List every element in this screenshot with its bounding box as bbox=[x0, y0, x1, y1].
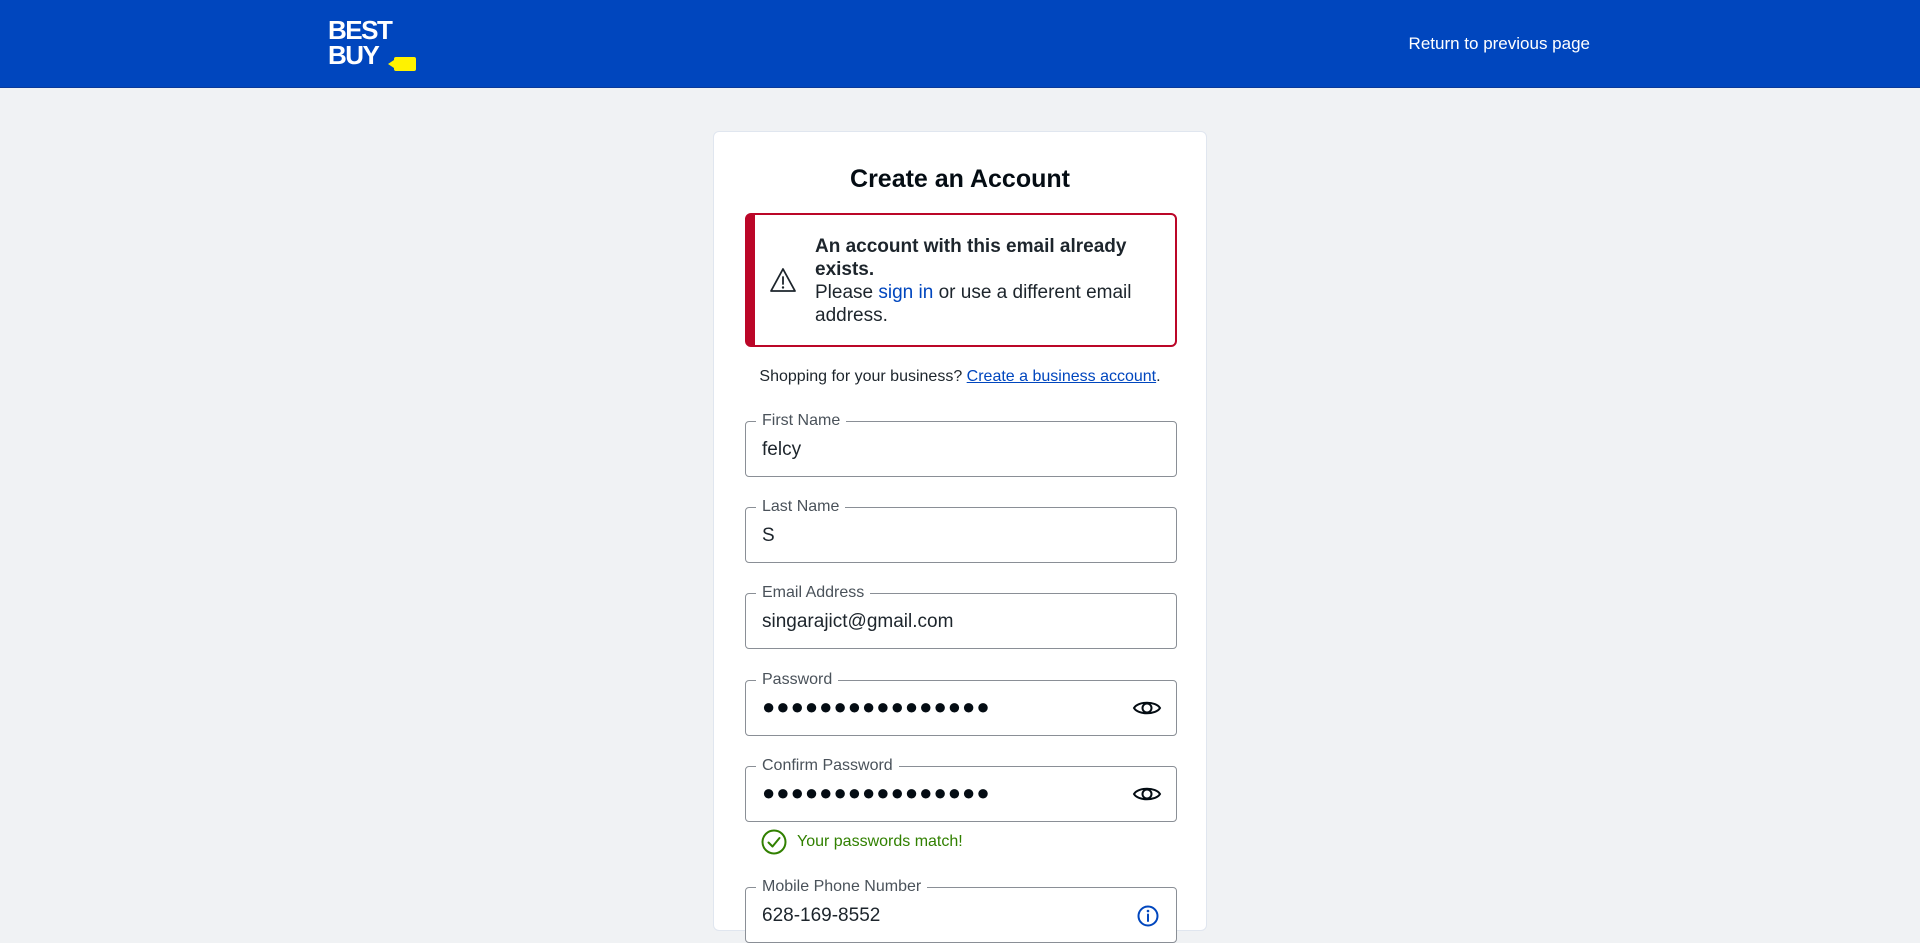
best-buy-logo[interactable]: BEST BUY bbox=[328, 17, 424, 74]
alert-headline: An account with this email already exist… bbox=[815, 236, 1127, 280]
password-match-text: Your passwords match! bbox=[797, 833, 963, 850]
email-field[interactable]: Email Address singarajict@gmail.com bbox=[745, 583, 1177, 649]
return-to-previous-page-link[interactable]: Return to previous page bbox=[1409, 34, 1590, 54]
business-prompt-end: . bbox=[1156, 368, 1161, 385]
confirm-password-label: Confirm Password bbox=[756, 756, 899, 776]
sign-in-link[interactable]: sign in bbox=[878, 282, 933, 303]
logo-tag-icon bbox=[388, 57, 416, 71]
create-business-account-link[interactable]: Create a business account bbox=[967, 368, 1156, 385]
password-label: Password bbox=[756, 670, 839, 690]
password-value[interactable]: ●●●●●●●●●●●●●●●● bbox=[762, 694, 1132, 720]
phone-value[interactable]: 628-169-8552 bbox=[762, 905, 1132, 927]
eye-icon[interactable] bbox=[1132, 697, 1162, 719]
create-account-card: Create an Account An account with this e… bbox=[713, 131, 1207, 943]
last-name-field[interactable]: Last Name S bbox=[745, 497, 1177, 563]
page-title: Create an Account bbox=[850, 165, 1070, 193]
check-circle-icon bbox=[761, 829, 787, 855]
password-field[interactable]: Password ●●●●●●●●●●●●●●●● bbox=[745, 670, 1177, 736]
top-header: BEST BUY Return to previous page bbox=[0, 0, 1920, 88]
email-value[interactable]: singarajict@gmail.com bbox=[762, 611, 1132, 633]
email-label: Email Address bbox=[756, 583, 871, 603]
business-account-prompt: Shopping for your business? Create a bus… bbox=[714, 368, 1206, 386]
alert-text: An account with this email already exist… bbox=[815, 235, 1155, 327]
confirm-password-field[interactable]: Confirm Password ●●●●●●●●●●●●●●●● bbox=[745, 756, 1177, 822]
phone-label: Mobile Phone Number bbox=[756, 877, 928, 897]
first-name-label: First Name bbox=[756, 411, 847, 431]
last-name-label: Last Name bbox=[756, 497, 846, 517]
warning-icon bbox=[770, 268, 796, 292]
first-name-value[interactable]: felcy bbox=[762, 439, 1132, 461]
business-prompt-text: Shopping for your business? bbox=[759, 368, 967, 385]
alert-prefix: Please bbox=[815, 282, 879, 303]
confirm-password-value[interactable]: ●●●●●●●●●●●●●●●● bbox=[762, 780, 1132, 806]
first-name-field[interactable]: First Name felcy bbox=[745, 411, 1177, 477]
eye-icon[interactable] bbox=[1132, 783, 1162, 805]
error-alert: An account with this email already exist… bbox=[745, 213, 1177, 347]
phone-field[interactable]: Mobile Phone Number 628-169-8552 bbox=[745, 877, 1177, 943]
info-icon[interactable] bbox=[1137, 905, 1159, 927]
last-name-value[interactable]: S bbox=[762, 525, 1132, 547]
